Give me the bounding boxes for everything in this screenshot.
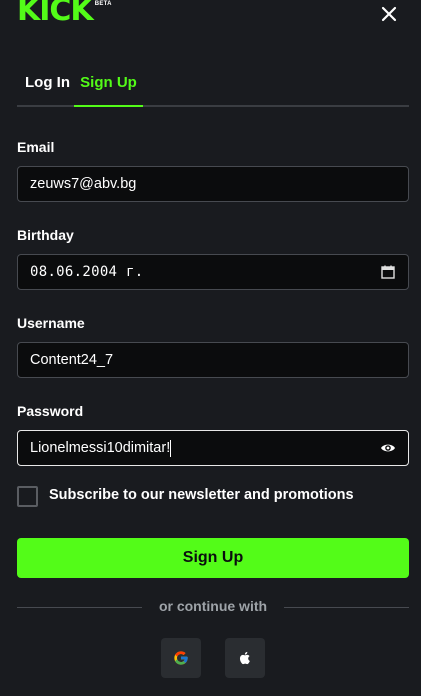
- text-caret: [170, 439, 172, 457]
- birthday-field[interactable]: 08.06.2004 г.: [17, 254, 409, 290]
- birthday-value: 08.06.2004 г.: [30, 264, 144, 280]
- username-field[interactable]: Content24_7: [17, 342, 409, 378]
- password-label: Password: [17, 403, 84, 419]
- username-value: Content24_7: [30, 352, 114, 368]
- kick-logo: KICK BETA: [17, 0, 112, 28]
- apple-icon: [239, 651, 250, 665]
- auth-tabs: Log In Sign Up: [17, 64, 409, 107]
- divider-text: or continue with: [158, 598, 268, 614]
- modal-header: KICK BETA: [0, 0, 421, 40]
- calendar-icon[interactable]: [380, 265, 396, 279]
- email-field[interactable]: zeuws7@abv.bg: [17, 166, 409, 202]
- google-icon: [174, 651, 188, 665]
- divider-line-right: [284, 607, 409, 608]
- tab-sign-up[interactable]: Sign Up: [74, 64, 143, 107]
- username-label: Username: [17, 315, 85, 331]
- password-value-wrap: Lionelmessi10dimitar!: [30, 431, 172, 465]
- email-label: Email: [17, 139, 55, 155]
- tab-log-in[interactable]: Log In: [25, 64, 70, 105]
- beta-badge: BETA: [94, 1, 112, 7]
- google-login-button[interactable]: [161, 638, 201, 678]
- logo-text: KICK: [17, 0, 94, 28]
- close-icon: [381, 6, 397, 22]
- password-field[interactable]: Lionelmessi10dimitar!: [17, 430, 409, 466]
- apple-login-button[interactable]: [225, 638, 265, 678]
- newsletter-label[interactable]: Subscribe to our newsletter and promotio…: [49, 487, 354, 503]
- birthday-label: Birthday: [17, 227, 74, 243]
- divider-line-left: [17, 607, 142, 608]
- eye-icon[interactable]: [380, 441, 396, 455]
- email-value: zeuws7@abv.bg: [30, 176, 137, 192]
- close-button[interactable]: [379, 4, 399, 24]
- password-value: Lionelmessi10dimitar!: [30, 440, 171, 456]
- sign-up-button[interactable]: Sign Up: [17, 538, 409, 578]
- newsletter-checkbox[interactable]: [17, 486, 38, 507]
